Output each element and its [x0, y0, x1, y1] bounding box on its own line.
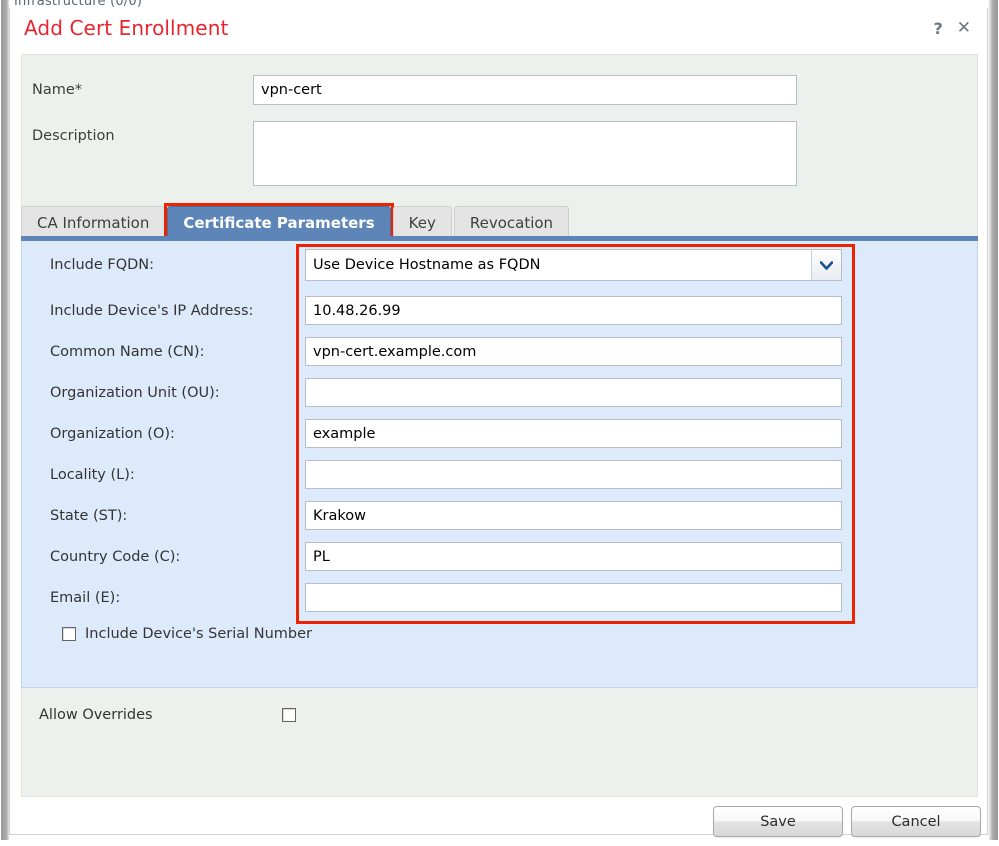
state-row: State (ST):: [50, 501, 860, 530]
dialog-footer: Save Cancel: [10, 798, 987, 846]
organization-input[interactable]: [305, 419, 842, 448]
include-fqdn-label: Include FQDN:: [50, 257, 155, 273]
help-icon[interactable]: ?: [933, 20, 942, 37]
tab-strip: CA Information Certificate Parameters Ke…: [21, 203, 571, 239]
country-code-input[interactable]: [305, 542, 842, 571]
save-button[interactable]: Save: [713, 806, 843, 837]
include-fqdn-row: Include FQDN: Use Device Hostname as FQD…: [50, 249, 860, 281]
chevron-down-icon[interactable]: [811, 250, 841, 280]
name-label: Name*: [32, 82, 83, 98]
tab-key-label: Key: [408, 213, 436, 232]
locality-label: Locality (L):: [50, 466, 135, 483]
common-name-label: Common Name (CN):: [50, 343, 205, 360]
organization-unit-input[interactable]: [305, 378, 842, 407]
include-device-ip-input[interactable]: [305, 296, 842, 325]
include-serial-number-label: Include Device's Serial Number: [85, 626, 313, 642]
tab-key[interactable]: Key: [392, 206, 452, 238]
dialog-title: Add Cert Enrollment: [24, 16, 229, 40]
cancel-button[interactable]: Cancel: [851, 806, 981, 837]
add-cert-enrollment-dialog: Add Cert Enrollment ? ✕ Name* Descriptio…: [9, 8, 988, 837]
include-device-ip-row: Include Device's IP Address:: [50, 296, 860, 325]
organization-unit-label: Organization Unit (OU):: [50, 384, 220, 401]
country-code-row: Country Code (C):: [50, 542, 860, 571]
allow-overrides-label: Allow Overrides: [39, 707, 153, 723]
email-input[interactable]: [305, 583, 842, 612]
window-chrome-right: [988, 0, 999, 843]
include-serial-number-checkbox[interactable]: [62, 627, 76, 641]
description-label: Description: [32, 128, 115, 144]
tab-revocation[interactable]: Revocation: [453, 206, 570, 238]
locality-input[interactable]: [305, 460, 842, 489]
state-input[interactable]: [305, 501, 842, 530]
common-name-row: Common Name (CN):: [50, 337, 860, 366]
include-serial-number-row: Include Device's Serial Number: [62, 626, 312, 642]
description-row: Description: [32, 121, 972, 186]
include-device-ip-label: Include Device's IP Address:: [50, 302, 254, 319]
window-chrome-left: [0, 0, 9, 843]
common-name-input[interactable]: [305, 337, 842, 366]
organization-row: Organization (O):: [50, 419, 860, 448]
description-input[interactable]: [253, 121, 797, 186]
email-row: Email (E):: [50, 583, 860, 612]
close-icon[interactable]: ✕: [957, 20, 971, 37]
organization-label: Organization (O):: [50, 425, 175, 442]
name-row: Name*: [32, 75, 972, 105]
name-input[interactable]: [253, 75, 797, 105]
tab-ca-information-label: CA Information: [37, 213, 150, 232]
allow-overrides-row: Allow Overrides: [39, 707, 296, 723]
state-label: State (ST):: [50, 507, 128, 524]
tab-ca-information[interactable]: CA Information: [21, 206, 166, 238]
include-fqdn-select[interactable]: Use Device Hostname as FQDN: [305, 249, 842, 281]
tab-certificate-parameters[interactable]: Certificate Parameters: [164, 203, 394, 239]
dialog-controls: ? ✕: [933, 20, 971, 37]
country-code-label: Country Code (C):: [50, 548, 181, 565]
tab-revocation-label: Revocation: [469, 213, 554, 232]
allow-overrides-checkbox[interactable]: [282, 708, 296, 722]
organization-unit-row: Organization Unit (OU):: [50, 378, 860, 407]
email-label: Email (E):: [50, 589, 121, 606]
locality-row: Locality (L):: [50, 460, 860, 489]
tab-certificate-parameters-label: Certificate Parameters: [183, 213, 375, 232]
include-fqdn-value: Use Device Hostname as FQDN: [313, 257, 541, 273]
